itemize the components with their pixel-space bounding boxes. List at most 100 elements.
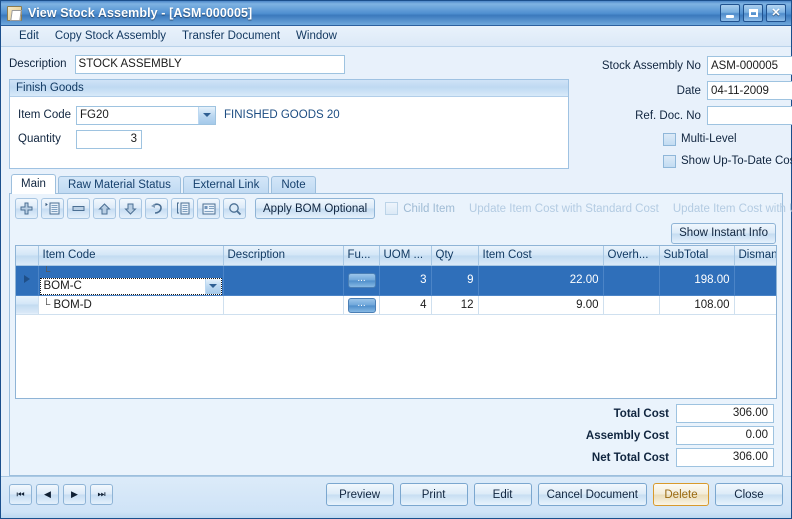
search-icon[interactable] — [223, 198, 246, 219]
net-total-cost-row: Net Total Cost 306.00 — [592, 448, 774, 467]
quantity-row: Quantity — [18, 127, 568, 151]
update-item-cost-uptodate-button[interactable]: Update Item Cost with Up-To-Date Cost — [673, 203, 792, 215]
list-view-icon[interactable] — [197, 198, 220, 219]
row-selector-cell[interactable] — [16, 295, 39, 315]
cell-chevron-down-icon[interactable] — [204, 278, 221, 294]
quantity-input[interactable] — [76, 129, 142, 149]
stock-assembly-no-input[interactable] — [706, 56, 792, 75]
tab-main[interactable]: Main — [11, 174, 56, 194]
cell-further[interactable]: ... — [343, 295, 380, 315]
maximize-icon[interactable] — [743, 4, 763, 22]
document-icon — [7, 5, 22, 21]
net-total-cost-value: 306.00 — [676, 448, 774, 467]
assembly-cost-label: Assembly Cost — [585, 429, 669, 442]
child-item-checkbox[interactable] — [385, 202, 399, 215]
grid-table: Item Code Description Fu... UOM ... Qty … — [16, 246, 776, 315]
table-row[interactable]: └ BOM-C ... 3 9 22.00 198.00 — [16, 265, 776, 296]
cell-item-code[interactable]: └ BOM-C — [38, 265, 224, 296]
item-code-row: Item Code FINISHED GOODS 20 — [18, 103, 568, 127]
move-down-icon[interactable] — [119, 198, 142, 219]
total-cost-value: 306.00 — [676, 404, 774, 423]
column-header-description[interactable]: Description — [223, 246, 344, 266]
cell-subtotal[interactable]: 108.00 — [659, 295, 735, 315]
cell-dismantle[interactable] — [734, 295, 776, 315]
menu-item-copy-stock-assembly[interactable]: Copy Stock Assembly — [47, 28, 174, 44]
chevron-down-icon[interactable] — [198, 106, 215, 124]
column-header-further[interactable]: Fu... — [343, 246, 380, 266]
column-header-item-code[interactable]: Item Code — [38, 246, 224, 266]
column-header-dismantle[interactable]: Dismantle... — [734, 246, 776, 266]
child-item-label: Child Item — [403, 202, 455, 215]
column-header-item-cost[interactable]: Item Cost — [478, 246, 604, 266]
preview-button[interactable]: Preview — [325, 483, 394, 506]
last-record-icon[interactable]: ⏭ — [90, 484, 113, 505]
column-header-qty[interactable]: Qty — [431, 246, 479, 266]
cell-dismantle[interactable] — [734, 265, 776, 296]
delete-button[interactable]: Delete — [653, 483, 709, 506]
cell-further[interactable]: ... — [343, 265, 380, 296]
date-picker[interactable] — [706, 81, 792, 100]
finish-goods-body: Item Code FINISHED GOODS 20 Quantity — [10, 97, 568, 151]
date-input[interactable] — [707, 82, 792, 99]
date-row: Date — [573, 78, 792, 103]
close-button[interactable]: Close — [715, 483, 783, 506]
cancel-document-button[interactable]: Cancel Document — [537, 483, 647, 506]
item-code-cell-editor[interactable]: BOM-C — [39, 277, 222, 294]
cell-overhead[interactable] — [603, 295, 660, 315]
next-record-icon[interactable]: ▶ — [63, 484, 86, 505]
cell-overhead[interactable] — [603, 265, 660, 296]
ref-doc-no-input[interactable] — [706, 106, 792, 125]
tree-branch-icon: └ — [42, 298, 51, 311]
close-icon[interactable]: ✕ — [766, 4, 786, 22]
insert-row-icon[interactable] — [41, 198, 64, 219]
cell-description[interactable] — [223, 295, 344, 315]
show-instant-info-button[interactable]: Show Instant Info — [671, 222, 776, 244]
stock-assembly-no-label: Stock Assembly No — [601, 59, 701, 72]
minimize-icon[interactable] — [720, 4, 740, 22]
multi-level-row: Multi-Level — [573, 128, 792, 150]
previous-record-icon[interactable]: ◀ — [36, 484, 59, 505]
cell-qty[interactable]: 12 — [431, 295, 479, 315]
tab-strip: Main Raw Material Status External Link N… — [9, 174, 783, 194]
update-item-cost-standard-button[interactable]: Update Item Cost with Standard Cost — [469, 203, 659, 215]
cell-item-cost[interactable]: 9.00 — [478, 295, 604, 315]
tab-raw-material-status[interactable]: Raw Material Status — [57, 176, 181, 194]
menu-item-window[interactable]: Window — [288, 28, 345, 44]
row-selector-cell[interactable] — [16, 265, 39, 296]
menu-item-transfer-document[interactable]: Transfer Document — [174, 28, 288, 44]
menu-item-edit[interactable]: Edit — [11, 28, 47, 44]
cell-item-cost[interactable]: 22.00 — [478, 265, 604, 296]
delete-row-icon[interactable] — [67, 198, 90, 219]
item-code-input[interactable] — [77, 106, 198, 124]
table-row[interactable]: └ BOM-D ... 4 12 9.00 108.00 — [16, 295, 776, 315]
tab-external-link[interactable]: External Link — [182, 176, 270, 194]
expand-detail-icon[interactable] — [171, 198, 194, 219]
column-header-overhead[interactable]: Overh... — [603, 246, 660, 266]
cell-description[interactable] — [223, 265, 344, 296]
cell-uom[interactable]: 4 — [379, 295, 432, 315]
cell-subtotal[interactable]: 198.00 — [659, 265, 735, 296]
apply-bom-optional-button[interactable]: Apply BOM Optional — [255, 198, 376, 219]
further-details-button[interactable]: ... — [347, 297, 376, 313]
show-uptodate-cost-details-label: Show Up-To-Date Cost Details — [681, 155, 792, 167]
print-button[interactable]: Print — [399, 483, 468, 506]
grid-header-row: Item Code Description Fu... UOM ... Qty … — [16, 246, 776, 266]
description-input[interactable] — [74, 54, 345, 74]
first-record-icon[interactable]: ⏮ — [9, 484, 32, 505]
undo-icon[interactable] — [145, 198, 168, 219]
cell-qty[interactable]: 9 — [431, 265, 479, 296]
move-up-icon[interactable] — [93, 198, 116, 219]
further-details-button[interactable]: ... — [347, 273, 376, 288]
add-row-icon[interactable] — [15, 198, 38, 219]
item-code-combo[interactable] — [76, 105, 216, 125]
cell-item-code[interactable]: └ BOM-D — [38, 295, 224, 315]
cell-uom[interactable]: 3 — [379, 265, 432, 296]
ref-doc-no-row: Ref. Doc. No — [573, 103, 792, 128]
show-uptodate-cost-details-checkbox[interactable] — [663, 154, 676, 168]
edit-button[interactable]: Edit — [473, 483, 532, 506]
multi-level-checkbox[interactable] — [663, 132, 676, 146]
column-header-uom[interactable]: UOM ... — [379, 246, 432, 266]
tab-note[interactable]: Note — [271, 176, 316, 194]
tab-panel-main: Apply BOM Optional Child Item Update Ite… — [9, 193, 792, 476]
column-header-subtotal[interactable]: SubTotal — [659, 246, 735, 266]
